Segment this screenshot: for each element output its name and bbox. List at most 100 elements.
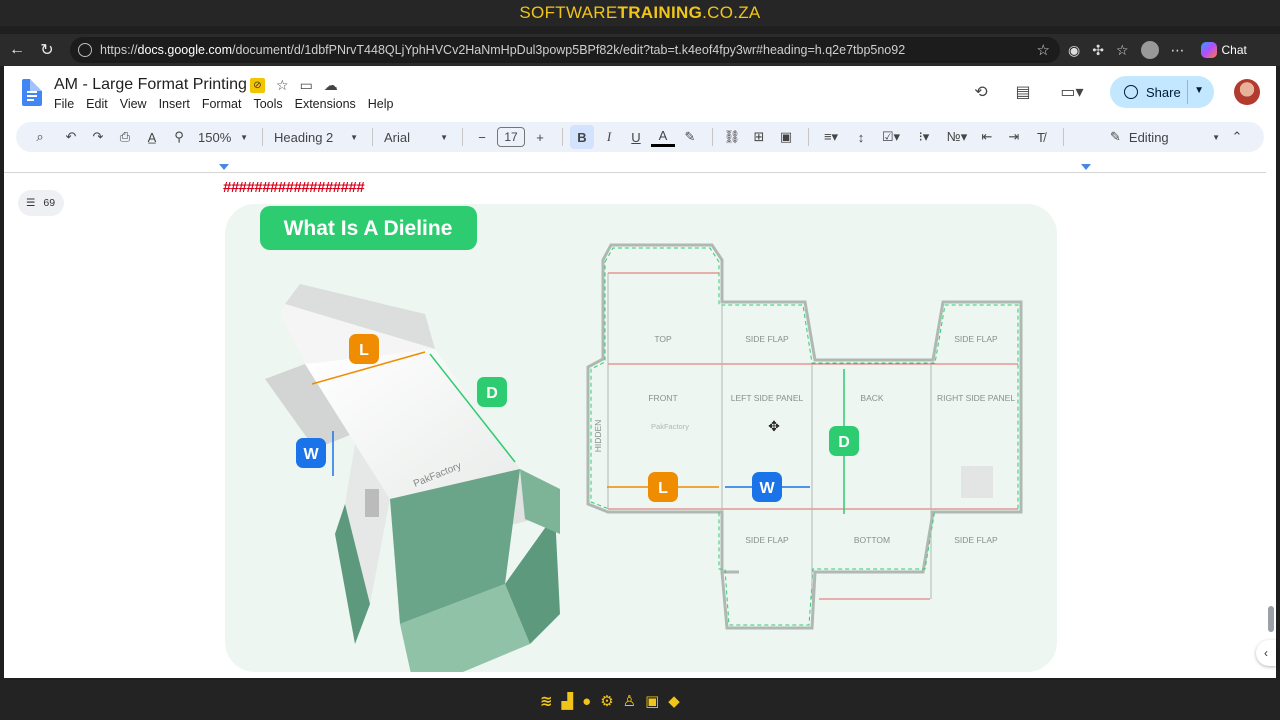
highlight-color-icon[interactable]: ✎ [678,125,702,149]
share-dropdown-icon[interactable]: ▼ [1194,85,1204,96]
zoom-select[interactable]: 150% ▼ [194,125,252,149]
reload-icon[interactable]: ↻ [34,37,60,63]
hide-menus-chevron-up-icon[interactable]: ⌃ [1225,125,1249,149]
url-domain: docs.google.com [137,43,233,57]
menu-insert[interactable]: Insert [159,97,190,111]
url-prefix: https:// [100,43,138,57]
panel-left-side-label: LEFT SIDE PANEL [731,393,804,403]
move-cursor-icon: ✥ [768,419,780,435]
checklist-icon[interactable]: ☑▾ [876,125,906,149]
favorites-icon[interactable]: ☆ [1116,42,1129,59]
dieline-l-letter: L [658,480,668,497]
meet-camera-icon[interactable]: ▭▾ [1054,81,1090,103]
box-barcode [365,489,379,517]
menu-bar: File Edit View Insert Format Tools Exten… [54,97,394,111]
text-color-button[interactable]: A [651,127,675,147]
redo-icon[interactable]: ↷ [86,125,110,149]
dieline-qr-code [961,466,993,498]
bulleted-list-icon[interactable]: ⁝▾ [909,125,939,149]
editing-mode-select[interactable]: ✎ Editing ▼ [1110,129,1220,145]
print-icon[interactable]: ⎙ [113,125,137,149]
copilot-chat-button[interactable]: Chat [1200,42,1247,58]
decrease-indent-icon[interactable]: ⇤ [975,125,999,149]
side-panel-chevron-left-icon[interactable]: ‹ [1256,640,1276,666]
site-info-icon[interactable] [78,43,92,57]
menu-help[interactable]: Help [368,97,394,111]
mode-label: Editing [1128,129,1169,145]
align-menu-icon[interactable]: ≡▾ [816,125,846,149]
more-menu-icon[interactable]: ⋯ [1171,42,1185,59]
star-icon[interactable]: ☆ [276,77,289,94]
font-value: Arial [384,129,411,145]
back-arrow-icon[interactable]: ← [4,37,30,63]
decrease-font-size-button[interactable]: − [470,125,494,149]
numbered-list-icon[interactable]: №▾ [942,125,972,149]
panel-side-flap-2: SIDE FLAP [954,334,998,344]
chevron-down-icon: ▼ [1212,132,1220,142]
menu-format[interactable]: Format [202,97,242,111]
menu-extensions[interactable]: Extensions [295,97,356,111]
browser-toolbar: ← ↻ https://docs.google.com/document/d/1… [0,34,1280,66]
folder-icon[interactable]: ▭ [300,77,313,94]
underline-button[interactable]: U [624,125,648,149]
panel-side-flap-4: SIDE FLAP [954,535,998,545]
font-select[interactable]: Arial ▼ [380,125,452,149]
bold-button[interactable]: B [570,125,594,149]
box-d-letter: D [486,385,498,402]
move-to-folder-icon[interactable]: ⊘ [250,78,265,93]
increase-indent-icon[interactable]: ⇥ [1002,125,1026,149]
document-outline-button[interactable]: ☰ 69 [18,190,64,216]
sponsor-logos: ≋ ▟ ● ⚙ ♙ ▣ ◆ [540,692,680,711]
heading-hashes-text[interactable]: ################## [223,179,365,196]
right-indent-marker[interactable] [1081,164,1091,170]
menu-edit[interactable]: Edit [86,97,108,111]
url-path: /document/d/1dbfPNrvT448QLjYphHVCv2HaNmH… [232,43,906,57]
search-menus-icon[interactable]: ⌕ [28,125,52,149]
add-comment-icon[interactable]: ⊞ [747,125,771,149]
extension-icon[interactable]: ◉ [1068,42,1080,59]
address-bar[interactable]: https://docs.google.com/document/d/1dbfP… [70,37,1060,63]
clear-formatting-icon[interactable]: T̸ [1029,125,1053,149]
version-history-icon[interactable]: ⟲ [970,81,992,103]
line-spacing-icon[interactable]: ↕ [849,125,873,149]
chevron-down-icon: ▼ [350,132,358,142]
profile-avatar[interactable] [1140,41,1159,59]
share-button[interactable]: Share ▼ [1110,76,1214,108]
menu-file[interactable]: File [54,97,74,111]
panel-back-label: BACK [860,393,883,403]
increase-font-size-button[interactable]: + [528,125,552,149]
paint-format-icon[interactable]: ⚲ [167,125,191,149]
italic-button[interactable]: I [597,125,621,149]
box-l-letter: L [359,342,369,359]
menu-tools[interactable]: Tools [253,97,282,111]
undo-icon[interactable]: ↶ [59,125,83,149]
zoom-value: 150% [198,129,232,145]
document-title[interactable]: AM - Large Format Printing [54,76,247,94]
formatting-toolbar: ⌕ ↶ ↷ ⎙ A̲ ⚲ 150% ▼ Heading 2 ▼ Arial ▼ − 1… [16,122,1264,152]
font-size-input[interactable]: 17 [497,127,525,147]
square-logo-icon: ▣ [645,693,660,710]
ruler-divider [4,172,1266,173]
gear-logo-icon: ⚙ [600,693,614,710]
docs-logo-icon[interactable] [22,79,42,106]
docs-header: AM - Large Format Printing ⊘ ☆ ▭ ☁ File … [4,66,1276,118]
spellcheck-icon[interactable]: A̲ [140,125,164,149]
panel-side-flap-1: SIDE FLAP [745,334,789,344]
puzzle-extensions-icon[interactable]: ✣ [1092,42,1104,59]
insert-link-icon[interactable]: ⛓ [720,125,744,149]
menu-view[interactable]: View [120,97,147,111]
am-logo-icon: ▟ [561,693,574,710]
outline-list-icon: ☰ [26,197,36,209]
cloud-status-icon[interactable]: ☁ [324,77,338,94]
insert-image-icon[interactable]: ▣ [774,125,798,149]
left-indent-marker[interactable] [219,164,229,170]
dieline-infographic-image[interactable]: What Is A Dieline PakFactory L D W TOP S… [225,204,1057,672]
paragraph-style-select[interactable]: Heading 2 ▼ [270,125,362,149]
vertical-scrollbar[interactable] [1268,606,1274,632]
banner-text: SOFTWARETRAINING.CO.ZA [519,3,761,22]
comments-icon[interactable]: ▤ [1012,81,1034,103]
panel-hidden-label: HIDDEN [593,420,603,453]
bookmark-star-icon[interactable]: ☆ [1037,41,1050,59]
user-avatar[interactable] [1234,79,1260,105]
share-label: Share [1146,84,1181,100]
